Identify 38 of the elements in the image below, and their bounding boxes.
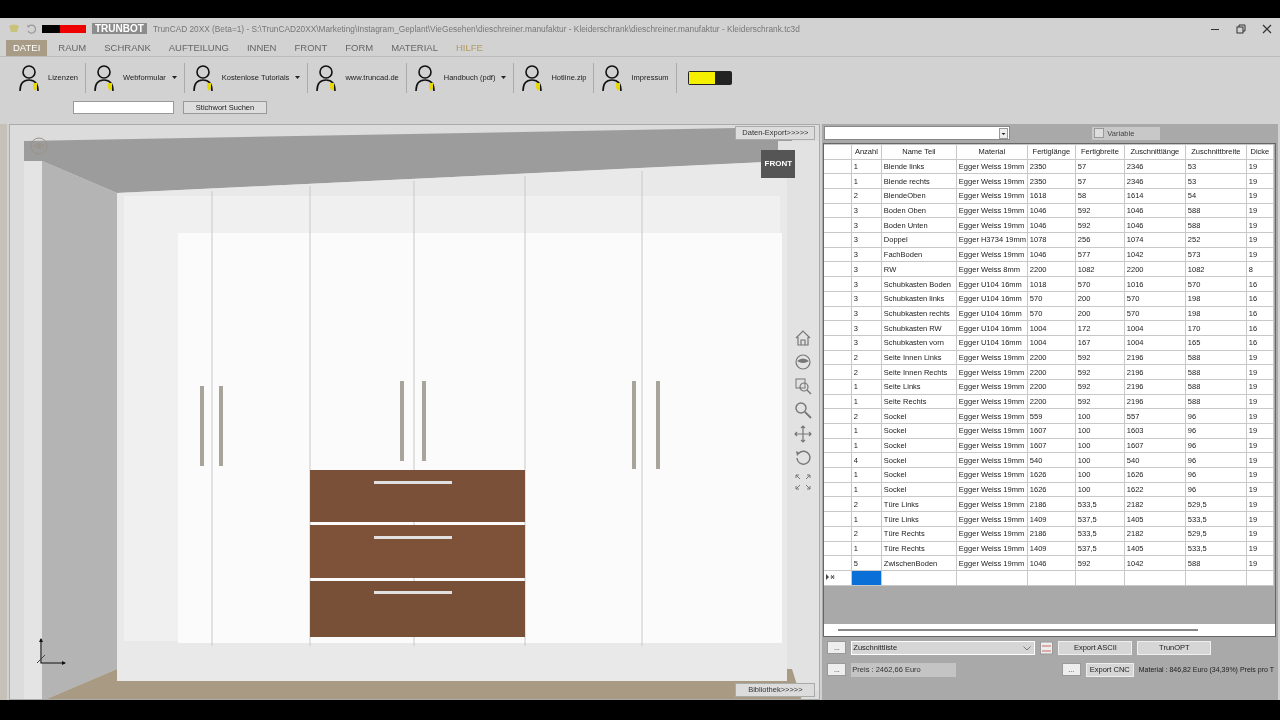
menu-tab[interactable]: AUFTEILUNG xyxy=(161,39,236,56)
menu-tab[interactable]: FORM xyxy=(338,39,381,56)
menu-tab[interactable]: FRONT xyxy=(287,39,335,56)
app-logo-icon xyxy=(8,22,20,35)
person-key-icon xyxy=(191,62,216,93)
move-icon[interactable] xyxy=(794,425,813,443)
person-key-icon xyxy=(18,62,42,93)
close-icon[interactable] xyxy=(1262,23,1272,34)
window-title: TrunCAD 20XX (Beta=1) - S:\TrunCAD20XX\Marketing\Instagram_Geplant\VieGesehen\dieschreiner.manufaktur - Kleiderschrank\dieschreiner.manufaktur - Kleiderschrank.tc3d xyxy=(152,23,800,34)
redaction-bar xyxy=(42,24,86,33)
search-icon[interactable] xyxy=(794,401,813,419)
list-dropdown[interactable] xyxy=(824,126,1011,141)
undo-icon[interactable] xyxy=(26,23,36,34)
chevron-down-icon xyxy=(1023,646,1032,651)
checkbox[interactable] xyxy=(1094,128,1105,139)
dropdown-caret-icon xyxy=(501,76,507,80)
restore-icon[interactable] xyxy=(1236,23,1246,34)
menu-tab[interactable]: SCHRANK xyxy=(97,39,158,56)
home-icon[interactable] xyxy=(794,329,813,347)
color-swatch-icon[interactable] xyxy=(687,70,732,85)
menu-tab[interactable]: INNEN xyxy=(239,39,284,56)
eye-icon[interactable] xyxy=(794,353,813,371)
menu-tab[interactable]: RAUM xyxy=(51,39,94,56)
scrollbar-thumb[interactable] xyxy=(838,629,1199,631)
dropdown-caret-icon xyxy=(171,76,177,80)
menu-tab[interactable]: MATERIAL xyxy=(384,39,445,56)
person-key-icon xyxy=(413,62,438,93)
app-name: TRUNBOT xyxy=(92,23,147,35)
view-cube[interactable]: FRONT xyxy=(761,150,796,178)
dropdown-caret-icon xyxy=(999,128,1009,139)
eye-icon[interactable] xyxy=(30,137,48,155)
new-row-icon xyxy=(826,574,836,581)
dropdown-caret-icon xyxy=(295,76,301,80)
printer-icon[interactable] xyxy=(1040,641,1054,655)
rotate-icon[interactable] xyxy=(794,449,813,467)
search-field[interactable] xyxy=(73,100,174,114)
zoom-window-icon[interactable] xyxy=(794,377,813,395)
fit-view-icon[interactable] xyxy=(794,473,813,491)
